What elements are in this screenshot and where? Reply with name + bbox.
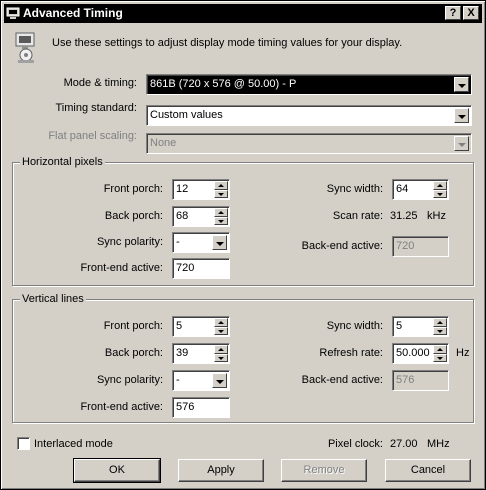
flat-panel-scaling-value: None bbox=[150, 137, 177, 149]
spinner[interactable] bbox=[214, 345, 228, 362]
refresh-rate-label: Refresh rate: bbox=[319, 347, 383, 359]
chevron-down-icon[interactable] bbox=[212, 373, 227, 388]
v-back-end-active-input: 576 bbox=[392, 370, 449, 391]
cancel-button[interactable]: Cancel bbox=[385, 459, 471, 482]
v-front-end-active-input[interactable]: 576 bbox=[172, 397, 230, 418]
h-front-porch-stepper[interactable]: 12 bbox=[172, 179, 230, 200]
window-title: Advanced Timing bbox=[23, 6, 123, 20]
spin-up-icon[interactable] bbox=[214, 208, 228, 217]
spinner[interactable] bbox=[214, 208, 228, 225]
timing-standard-dropdown[interactable]: Custom values bbox=[146, 105, 472, 126]
h-back-end-active-label: Back-end active: bbox=[301, 240, 383, 252]
vertical-lines-title: Vertical lines bbox=[20, 293, 86, 306]
mode-timing-value: 861B (720 x 576 @ 50.00) - P bbox=[150, 78, 297, 90]
h-front-end-active-input[interactable]: 720 bbox=[172, 258, 230, 279]
v-sync-polarity-dropdown[interactable]: - bbox=[172, 370, 230, 391]
spin-up-icon[interactable] bbox=[214, 181, 228, 190]
spinner[interactable] bbox=[433, 318, 447, 335]
v-sync-polarity-label: Sync polarity: bbox=[96, 374, 163, 386]
v-back-end-active-label: Back-end active: bbox=[301, 374, 383, 386]
h-front-porch-value: 12 bbox=[176, 183, 189, 195]
spinner[interactable] bbox=[214, 318, 228, 335]
v-sync-width-label: Sync width: bbox=[326, 320, 383, 332]
h-sync-width-label: Sync width: bbox=[326, 183, 383, 195]
h-back-porch-stepper[interactable]: 68 bbox=[172, 206, 230, 227]
h-front-porch-label: Front porch: bbox=[103, 183, 163, 195]
spin-down-icon[interactable] bbox=[433, 326, 447, 335]
flat-panel-scaling-label: Flat panel scaling: bbox=[48, 130, 137, 142]
pixel-clock-label: Pixel clock: bbox=[327, 438, 383, 450]
title-bar[interactable]: Advanced Timing ? X bbox=[4, 4, 482, 23]
mode-timing-dropdown[interactable]: 861B (720 x 576 @ 50.00) - P bbox=[146, 74, 472, 95]
scan-rate-unit: kHz bbox=[427, 210, 446, 222]
chevron-down-icon[interactable] bbox=[454, 108, 469, 123]
h-back-end-active-input: 720 bbox=[392, 236, 449, 257]
advanced-timing-dialog: Advanced Timing ? X Use these settings t… bbox=[0, 0, 486, 490]
spin-down-icon[interactable] bbox=[433, 189, 447, 198]
chevron-down-icon[interactable] bbox=[454, 77, 469, 92]
refresh-rate-unit: Hz bbox=[456, 347, 470, 359]
v-back-porch-value: 39 bbox=[176, 347, 189, 359]
spin-up-icon[interactable] bbox=[214, 345, 228, 354]
h-sync-polarity-label: Sync polarity: bbox=[96, 236, 163, 248]
timing-standard-label: Timing standard: bbox=[55, 102, 137, 114]
refresh-rate-stepper[interactable]: 50.000 bbox=[392, 343, 449, 364]
spin-down-icon[interactable] bbox=[214, 189, 228, 198]
h-sync-polarity-value: - bbox=[176, 236, 180, 248]
refresh-rate-value: 50.000 bbox=[396, 347, 430, 359]
display-icon bbox=[6, 7, 20, 19]
chevron-down-icon[interactable] bbox=[212, 235, 227, 250]
v-sync-polarity-value: - bbox=[176, 374, 180, 386]
horizontal-pixels-title: Horizontal pixels bbox=[20, 156, 105, 169]
mode-timing-label: Mode & timing: bbox=[63, 77, 137, 89]
help-button[interactable]: ? bbox=[445, 6, 461, 20]
spin-up-icon[interactable] bbox=[214, 318, 228, 327]
pixel-clock-value: 27.00 bbox=[390, 438, 418, 450]
spin-down-icon[interactable] bbox=[214, 326, 228, 335]
v-front-porch-label: Front porch: bbox=[103, 320, 163, 332]
v-back-porch-label: Back porch: bbox=[104, 347, 163, 359]
v-front-porch-value: 5 bbox=[176, 320, 183, 332]
spin-down-icon[interactable] bbox=[214, 353, 228, 362]
spin-up-icon[interactable] bbox=[433, 345, 447, 354]
h-sync-width-value: 64 bbox=[396, 183, 409, 195]
scan-rate-label: Scan rate: bbox=[332, 210, 383, 222]
v-front-porch-stepper[interactable]: 5 bbox=[172, 316, 230, 337]
spinner[interactable] bbox=[214, 181, 228, 198]
h-back-porch-value: 68 bbox=[176, 210, 189, 222]
v-sync-width-stepper[interactable]: 5 bbox=[392, 316, 449, 337]
remove-button: Remove bbox=[281, 459, 367, 482]
h-back-porch-label: Back porch: bbox=[104, 210, 163, 222]
monitor-settings-icon bbox=[15, 32, 35, 63]
pixel-clock-unit: MHz bbox=[427, 438, 450, 450]
spin-down-icon[interactable] bbox=[433, 353, 447, 362]
flat-panel-scaling-dropdown: None bbox=[146, 133, 472, 154]
h-sync-polarity-dropdown[interactable]: - bbox=[172, 232, 230, 253]
v-sync-width-value: 5 bbox=[396, 320, 403, 332]
ok-button[interactable]: OK bbox=[73, 458, 161, 483]
apply-button[interactable]: Apply bbox=[178, 459, 264, 482]
spin-up-icon[interactable] bbox=[433, 318, 447, 327]
close-button[interactable]: X bbox=[463, 6, 479, 20]
interlaced-label: Interlaced mode bbox=[34, 438, 113, 450]
h-sync-width-stepper[interactable]: 64 bbox=[392, 179, 449, 200]
h-front-end-active-label: Front-end active: bbox=[80, 262, 163, 274]
v-front-end-active-label: Front-end active: bbox=[80, 401, 163, 413]
spin-up-icon[interactable] bbox=[433, 181, 447, 190]
spin-down-icon[interactable] bbox=[214, 216, 228, 225]
interlaced-checkbox[interactable] bbox=[17, 437, 30, 450]
timing-standard-value: Custom values bbox=[150, 109, 223, 121]
chevron-down-icon bbox=[454, 136, 469, 151]
scan-rate-value: 31.25 bbox=[390, 210, 418, 222]
spinner[interactable] bbox=[433, 181, 447, 198]
v-back-porch-stepper[interactable]: 39 bbox=[172, 343, 230, 364]
spinner[interactable] bbox=[433, 345, 447, 362]
intro-text: Use these settings to adjust display mod… bbox=[52, 37, 403, 49]
